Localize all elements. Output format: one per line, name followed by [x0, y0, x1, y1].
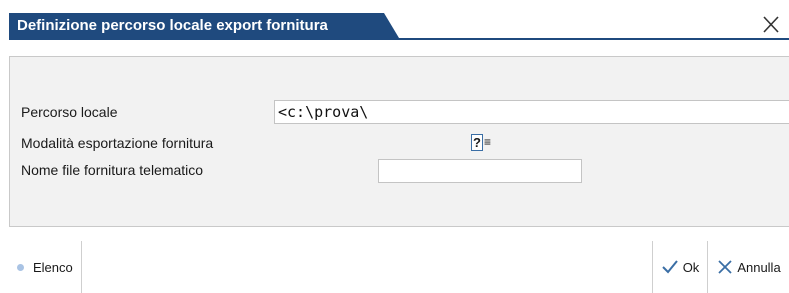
footer-bar: Elenco Ok Annulla — [9, 241, 789, 293]
cancel-icon — [717, 259, 733, 275]
bullet-icon — [17, 263, 24, 271]
mode-select[interactable]: ? ≡ — [471, 133, 491, 152]
ok-button[interactable]: Ok — [652, 241, 708, 293]
window-title: Definizione percorso locale export forni… — [9, 13, 399, 38]
path-input[interactable]: <c:\prova\ — [274, 100, 789, 124]
elenco-button[interactable]: Elenco — [9, 241, 82, 293]
filename-label: Nome file fornitura telematico — [21, 162, 204, 178]
close-icon — [763, 16, 779, 33]
mode-value: ? — [471, 134, 483, 151]
path-label: Percorso locale — [21, 104, 118, 120]
menu-icon: ≡ — [483, 135, 491, 149]
annulla-button[interactable]: Annulla — [709, 241, 789, 293]
title-bar: Definizione percorso locale export forni… — [9, 13, 789, 40]
annulla-label: Annulla — [737, 259, 781, 275]
form-panel: Percorso locale <c:\prova\ Modalità espo… — [9, 56, 789, 227]
filename-input[interactable] — [378, 159, 582, 183]
close-button[interactable] — [761, 13, 781, 35]
ok-label: Ok — [682, 259, 700, 275]
checkmark-icon — [661, 259, 679, 275]
mode-label: Modalità esportazione fornitura — [21, 135, 214, 151]
elenco-label: Elenco — [33, 259, 73, 275]
